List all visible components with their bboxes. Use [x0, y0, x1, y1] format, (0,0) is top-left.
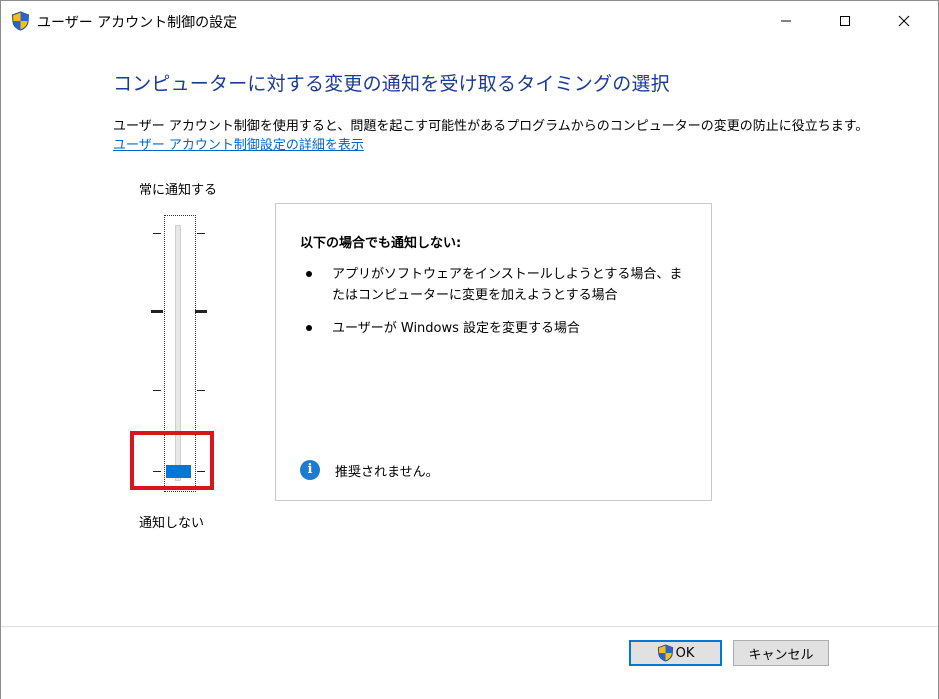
- maximize-icon: [840, 16, 850, 26]
- description-text: ユーザー アカウント制御を使用すると、問題を起こす可能性があるプログラムからのコ…: [113, 119, 869, 134]
- info-item: アプリがソフトウェアをインストールしようとする場合、またはコンピューターに変更を…: [332, 267, 683, 303]
- maximize-button[interactable]: [822, 1, 868, 41]
- slider-top-label: 常に通知する: [139, 183, 218, 198]
- slider-tick-left: [153, 233, 161, 234]
- info-panel: 以下の場合でも通知しない: アプリがソフトウェアをインストールしようとする場合、…: [275, 203, 712, 501]
- slider-tick-right: [197, 390, 205, 391]
- page-heading: コンピューターに対する変更の通知を受け取るタイミングの選択: [113, 73, 670, 95]
- bullet-icon: [306, 325, 312, 331]
- slider-tick-left: [153, 390, 161, 391]
- slider-tick-left: [151, 310, 163, 313]
- info-title: 以下の場合でも通知しない:: [300, 236, 462, 251]
- cancel-button-label: キャンセル: [748, 647, 814, 663]
- minimize-button[interactable]: [763, 1, 809, 41]
- ok-button-label: OK: [675, 645, 695, 661]
- info-item: ユーザーが Windows 設定を変更する場合: [332, 321, 581, 336]
- recommendation-text: 推奨されません。: [335, 465, 439, 480]
- slider-tick-right: [195, 310, 207, 313]
- bullet-icon: [306, 271, 312, 277]
- details-link[interactable]: ユーザー アカウント制御設定の詳細を表示: [113, 134, 364, 153]
- info-icon: i: [300, 460, 320, 480]
- uac-shield-icon: [657, 644, 673, 662]
- window-title: ユーザー アカウント制御の設定: [37, 15, 238, 31]
- uac-shield-icon: [11, 11, 30, 31]
- slider-bottom-label: 通知しない: [139, 516, 205, 531]
- selection-highlight-box: [130, 431, 214, 490]
- close-icon: [898, 15, 910, 27]
- minimize-icon: [781, 20, 791, 22]
- title-bar: ユーザー アカウント制御の設定: [1, 1, 938, 41]
- slider-tick-right: [197, 233, 205, 234]
- uac-settings-window: ユーザー アカウント制御の設定 コンピューターに対する変更の通知を受け取るタイミ…: [0, 0, 939, 699]
- ok-button[interactable]: OK: [629, 640, 722, 666]
- cancel-button[interactable]: キャンセル: [733, 640, 829, 666]
- close-button[interactable]: [881, 1, 927, 41]
